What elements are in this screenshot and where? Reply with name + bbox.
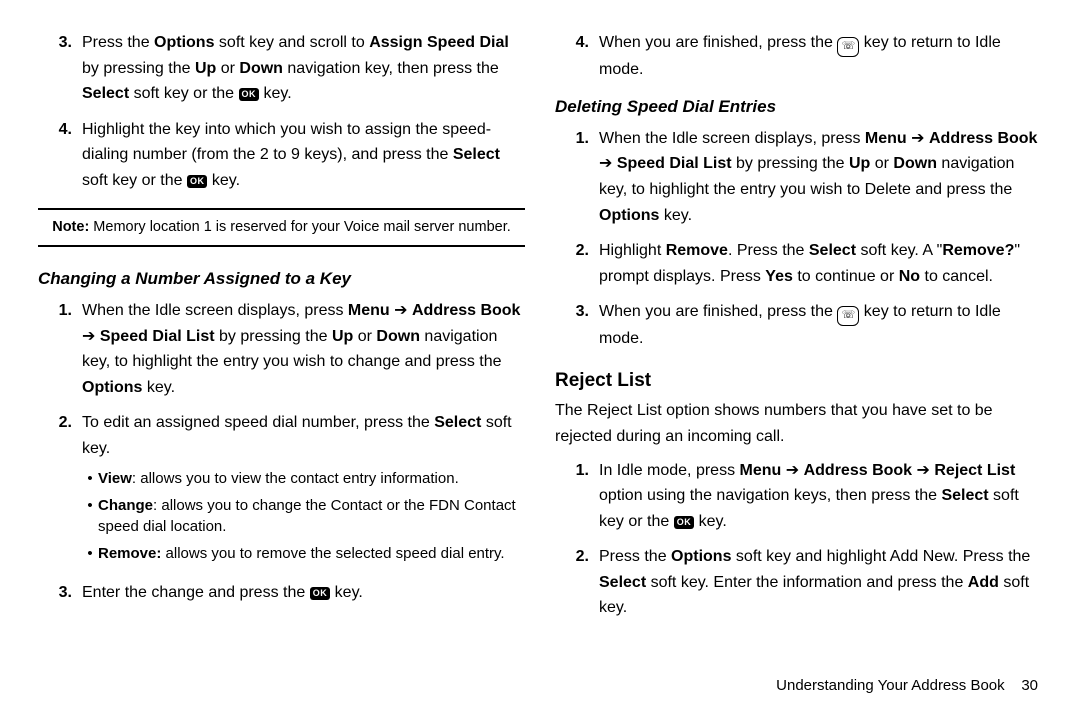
step-text: Press the Options soft key and scroll to…	[82, 30, 525, 107]
list-item: 3. Press the Options soft key and scroll…	[38, 30, 525, 107]
subheading-changing: Changing a Number Assigned to a Key	[38, 265, 525, 292]
step-text: Enter the change and press the OK key.	[82, 580, 525, 606]
steps-reject: 1. In Idle mode, press Menu ➔ Address Bo…	[555, 458, 1042, 622]
reject-intro: The Reject List option shows numbers tha…	[555, 398, 1042, 449]
list-item: 2. Highlight Remove. Press the Select so…	[555, 238, 1042, 289]
step-number: 3.	[555, 299, 599, 352]
ok-key-icon: OK	[310, 587, 331, 600]
steps-changing: 1. When the Idle screen displays, press …	[38, 298, 525, 605]
list-item: 4. Highlight the key into which you wish…	[38, 117, 525, 194]
step-text: When the Idle screen displays, press Men…	[82, 298, 525, 400]
step-number: 1.	[555, 458, 599, 535]
end-key-icon: ☏	[837, 306, 859, 326]
step-text: To edit an assigned speed dial number, p…	[82, 410, 525, 569]
steps-deleting: 1. When the Idle screen displays, press …	[555, 126, 1042, 352]
list-item: 4. When you are finished, press the ☏ ke…	[555, 30, 1042, 83]
steps-finish-1: 4. When you are finished, press the ☏ ke…	[555, 30, 1042, 83]
list-item: 3. When you are finished, press the ☏ ke…	[555, 299, 1042, 352]
list-item: 1. When the Idle screen displays, press …	[38, 298, 525, 400]
list-item: 1. When the Idle screen displays, press …	[555, 126, 1042, 228]
list-item: 2. To edit an assigned speed dial number…	[38, 410, 525, 569]
note-box: Note: Memory location 1 is reserved for …	[38, 208, 525, 247]
step-number: 2.	[38, 410, 82, 569]
step-number: 2.	[555, 544, 599, 621]
list-item: 3. Enter the change and press the OK key…	[38, 580, 525, 606]
step-number: 1.	[38, 298, 82, 400]
subheading-deleting: Deleting Speed Dial Entries	[555, 93, 1042, 120]
step-text: When you are finished, press the ☏ key t…	[599, 299, 1042, 352]
footer-section: Understanding Your Address Book	[776, 677, 1005, 694]
step-text: Highlight Remove. Press the Select soft …	[599, 238, 1042, 289]
end-key-icon: ☏	[837, 37, 859, 57]
right-column: 4. When you are finished, press the ☏ ke…	[555, 30, 1042, 670]
ok-key-icon: OK	[239, 88, 260, 101]
step-number: 4.	[555, 30, 599, 83]
list-item: 2. Press the Options soft key and highli…	[555, 544, 1042, 621]
bullet-list: •View: allows you to view the contact en…	[82, 468, 525, 564]
step-number: 2.	[555, 238, 599, 289]
list-item: •Change: allows you to change the Contac…	[82, 495, 525, 537]
steps-assign: 3. Press the Options soft key and scroll…	[38, 30, 525, 194]
list-item: •Remove: allows you to remove the select…	[82, 543, 525, 564]
step-number: 3.	[38, 580, 82, 606]
step-number: 3.	[38, 30, 82, 107]
step-text: Press the Options soft key and highlight…	[599, 544, 1042, 621]
ok-key-icon: OK	[674, 516, 695, 529]
list-item: 1. In Idle mode, press Menu ➔ Address Bo…	[555, 458, 1042, 535]
ok-key-icon: OK	[187, 175, 208, 188]
step-text: In Idle mode, press Menu ➔ Address Book …	[599, 458, 1042, 535]
footer-page-number: 30	[1021, 677, 1038, 694]
list-item: •View: allows you to view the contact en…	[82, 468, 525, 489]
step-text: When you are finished, press the ☏ key t…	[599, 30, 1042, 83]
step-text: When the Idle screen displays, press Men…	[599, 126, 1042, 228]
page-footer: Understanding Your Address Book 30	[0, 674, 1080, 698]
step-text: Highlight the key into which you wish to…	[82, 117, 525, 194]
page-body: 3. Press the Options soft key and scroll…	[0, 0, 1080, 670]
left-column: 3. Press the Options soft key and scroll…	[38, 30, 525, 670]
step-number: 4.	[38, 117, 82, 194]
heading-reject-list: Reject List	[555, 366, 1042, 396]
step-number: 1.	[555, 126, 599, 228]
